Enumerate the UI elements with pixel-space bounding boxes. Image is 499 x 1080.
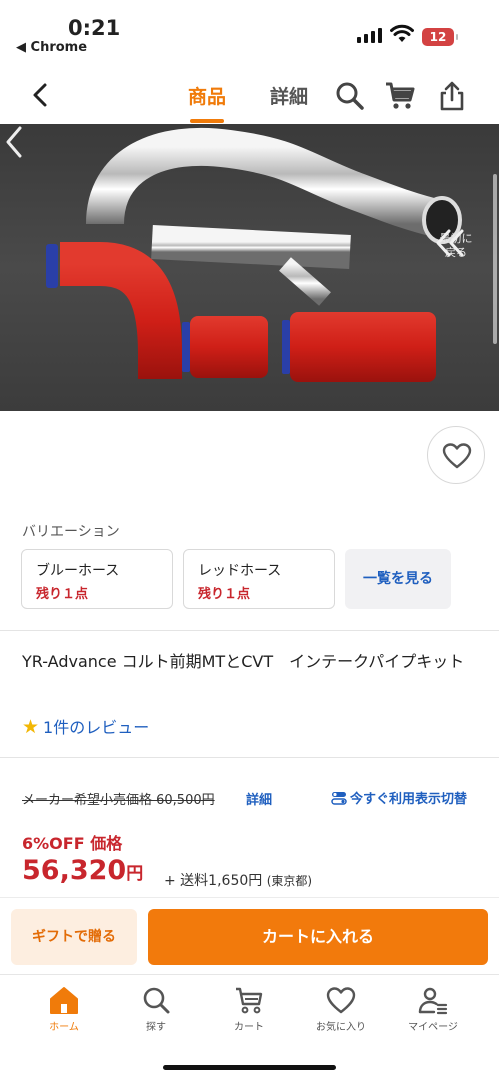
shipping-region: (東京都) [266, 874, 313, 888]
carousel-prev-arrow-icon[interactable] [0, 124, 28, 160]
price-detail-link[interactable]: 詳細 [246, 789, 272, 808]
toggle-icon [331, 791, 347, 805]
bottom-nav-label: マイページ [408, 1022, 458, 1033]
sale-price: 56,320円 [22, 855, 143, 886]
scroll-indicator [493, 174, 497, 344]
gift-button[interactable]: ギフトで贈る [11, 909, 137, 965]
tab-product[interactable]: 商品 [188, 82, 226, 123]
product-title: YR-Advance コルト前期MTとCVT インテークパイプキット [22, 652, 465, 671]
variation-option-blue-hose[interactable]: ブルーホース 残り１点 [21, 549, 173, 609]
favorite-button[interactable] [427, 426, 485, 484]
add-to-cart-button[interactable]: カートに入れる [148, 909, 488, 965]
heart-icon [326, 987, 356, 1014]
back-chevron-icon[interactable] [26, 80, 56, 110]
sale-price-unit: 円 [126, 864, 144, 884]
bottom-nav-label: 探す [146, 1022, 166, 1033]
product-photo [46, 127, 462, 382]
bottom-nav-home[interactable]: ホーム [19, 985, 109, 1033]
cart-icon[interactable] [384, 80, 416, 112]
home-indicator[interactable] [163, 1065, 336, 1070]
bottom-nav-label: カート [234, 1022, 264, 1033]
shipping-fee: + 送料1,650円 (東京都) [164, 870, 312, 890]
status-bar: 0:21 ◀ Chrome 12 [0, 0, 499, 66]
star-icon: ★ [22, 716, 40, 738]
variation-option-name: レッドホース [198, 563, 282, 579]
bottom-nav-search[interactable]: 探す [111, 985, 201, 1033]
double-chevron-left-icon [436, 229, 464, 257]
bottom-nav-cart[interactable]: カート [204, 985, 294, 1033]
sale-price-value: 56,320 [22, 855, 127, 886]
status-time: 0:21 [68, 16, 121, 40]
bottom-nav-label: お気に入り [316, 1022, 366, 1033]
home-icon [50, 987, 78, 1014]
heart-icon [442, 443, 472, 469]
search-icon[interactable] [334, 80, 366, 112]
variation-title: バリエーション [22, 524, 120, 540]
price-display-toggle[interactable]: 今すぐ利用表示切替 [331, 788, 467, 807]
purchase-action-bar: ギフトで贈る カートに入れる [0, 897, 499, 974]
search-icon [143, 987, 170, 1014]
top-nav-bar: 商品 詳細 [0, 66, 499, 124]
shipping-fee-text: + 送料1,650円 [164, 873, 263, 889]
review-count: 1件のレビュー [43, 718, 150, 737]
price-display-toggle-label: 今すぐ利用表示切替 [350, 792, 468, 807]
divider [0, 757, 499, 758]
bottom-nav-favorites[interactable]: お気に入り [296, 985, 386, 1033]
signal-icon [357, 28, 382, 43]
battery-indicator: 12 [422, 28, 458, 46]
cart-icon [236, 987, 263, 1014]
list-price: メーカー希望小売価格 60,500円 [22, 793, 215, 808]
share-icon[interactable] [436, 80, 468, 112]
user-icon [418, 987, 448, 1015]
product-image-carousel[interactable]: 最初に 戻る [0, 124, 499, 411]
tab-details[interactable]: 詳細 [270, 82, 308, 109]
wifi-icon [390, 24, 414, 42]
divider [0, 630, 499, 631]
carousel-back-to-first[interactable]: 最初に 戻る [432, 228, 480, 260]
bottom-nav-mypage[interactable]: マイページ [388, 985, 478, 1033]
back-to-app-link[interactable]: ◀ Chrome [16, 40, 87, 55]
variation-option-stock: 残り１点 [36, 587, 89, 602]
variation-option-red-hose[interactable]: レッドホース 残り１点 [183, 549, 335, 609]
discount-label: 6%OFF 価格 [22, 834, 123, 853]
bottom-nav-label: ホーム [49, 1022, 79, 1033]
variation-option-name: ブルーホース [36, 563, 120, 579]
view-all-variations-button[interactable]: 一覧を見る [345, 549, 451, 609]
review-link[interactable]: ★ 1件のレビュー [22, 714, 149, 738]
variation-option-stock: 残り１点 [198, 587, 251, 602]
